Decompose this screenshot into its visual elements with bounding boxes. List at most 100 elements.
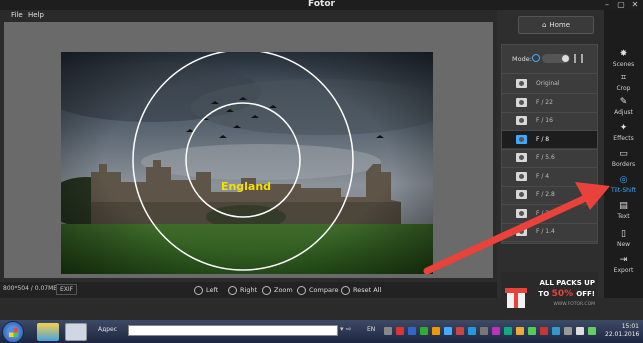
aperture-option[interactable]: F / 5.6 (502, 149, 597, 166)
tray-icon-16[interactable] (564, 327, 572, 335)
address-label: Адрес (98, 326, 118, 333)
mode-toggle[interactable] (542, 54, 570, 63)
aperture-option[interactable]: F / 2.8 (502, 186, 597, 203)
taskbar-app-torrent[interactable] (65, 323, 87, 341)
tool-scenes[interactable]: ✸ Scenes (604, 46, 643, 72)
promo-banner[interactable]: ALL PACKS UP TO 50% OFF! WWW.FOTOR.COM (501, 272, 598, 317)
window-title: Fotor (308, 0, 335, 9)
aperture-option[interactable]: F / 16 (502, 112, 597, 129)
image-size-info: 800*504 / 0.07MB (3, 285, 58, 292)
system-clock[interactable]: 15:01 22.01.2016 (605, 323, 639, 339)
aperture-option[interactable]: Original (502, 75, 597, 92)
tray-icon-14[interactable] (540, 327, 548, 335)
tray-icon-11[interactable] (504, 327, 512, 335)
tray-icon-9[interactable] (480, 327, 488, 335)
camera-icon (516, 227, 527, 236)
photo-label: England (221, 180, 271, 193)
tray-icon-7[interactable] (456, 327, 464, 335)
tray-icon-15[interactable] (552, 327, 560, 335)
tray-icon-2[interactable] (396, 327, 404, 335)
tray-icon-8[interactable] (468, 327, 476, 335)
aperture-option-label: F / 16 (536, 117, 553, 124)
aperture-options: Mode: Original F / 22 F / 16 F / 8 F / 5.6 F … (501, 44, 598, 244)
tool-text[interactable]: ▤ Text (604, 198, 643, 224)
tool-new[interactable]: ▯ New (604, 226, 643, 252)
tool-label: Borders (611, 161, 636, 168)
start-button[interactable] (2, 321, 24, 343)
reset-icon (341, 285, 350, 295)
linear-mode-icon[interactable] (574, 54, 583, 63)
aperture-option-label: F / 2 (536, 209, 550, 217)
tray-icon-1[interactable] (384, 327, 392, 335)
minimize-button[interactable]: – (601, 0, 613, 9)
adjust-icon: ✎ (619, 97, 628, 107)
tool-tilt-shift[interactable]: ◎ Tilt-Shift (604, 172, 643, 198)
tool-adjust[interactable]: ✎ Adjust (604, 94, 643, 120)
tray-icon-10[interactable] (492, 327, 500, 335)
tool-effects[interactable]: ✦ Effects (604, 120, 643, 146)
reset-all-button[interactable]: Reset All (341, 284, 381, 296)
aperture-option[interactable]: F / 2 (502, 205, 597, 222)
tool-borders[interactable]: ▭ Borders (604, 146, 643, 172)
zoom-button[interactable]: Zoom (262, 284, 293, 296)
image-info-bar: 800*504 / 0.07MB EXIF Left Right Zoom Co… (0, 282, 497, 298)
taskbar-app-paint[interactable] (37, 323, 59, 341)
menu-bar: File Help (0, 10, 497, 22)
menu-help[interactable]: Help (28, 11, 44, 19)
network-icon[interactable] (588, 327, 596, 335)
effects-icon: ✦ (619, 123, 628, 133)
aperture-option[interactable]: F / 22 (502, 94, 597, 111)
aperture-option[interactable]: F / 1.4 (502, 223, 597, 240)
rotate-right-icon (228, 285, 237, 295)
radial-mode-icon[interactable] (532, 54, 540, 62)
compare-button[interactable]: Compare (297, 284, 339, 296)
tool-label: Tilt-Shift (611, 187, 636, 194)
tool-crop[interactable]: ⌗ Crop (604, 70, 643, 96)
tool-label: Adjust (614, 109, 633, 116)
tray-icon-4[interactable] (420, 327, 428, 335)
volume-icon[interactable] (576, 327, 584, 335)
aperture-option-label: F / 4 (536, 172, 550, 180)
tilt-shift-icon: ◎ (619, 175, 628, 185)
promo-line1: ALL PACKS UP (539, 279, 595, 287)
tray-icon-13[interactable] (528, 327, 536, 335)
tool-label: Export (613, 267, 634, 274)
tray-icon-5[interactable] (432, 327, 440, 335)
tool-label: New (616, 241, 631, 248)
aperture-option[interactable]: F / 4 (502, 168, 597, 185)
tray-icon-3[interactable] (408, 327, 416, 335)
compare-icon (297, 285, 306, 295)
exif-button[interactable]: EXIF (56, 284, 78, 295)
aperture-option-label: Original (536, 80, 560, 87)
clock-date: 22.01.2016 (605, 331, 640, 338)
tool-label: Crop (616, 85, 631, 92)
rotate-left-button[interactable]: Left (194, 284, 218, 296)
aperture-option-label: F / 2.8 (536, 191, 555, 198)
aperture-option-label: F / 22 (536, 98, 553, 106)
editor-canvas: England (4, 22, 493, 278)
tray-icon-6[interactable] (444, 327, 452, 335)
language-indicator[interactable]: EN (367, 326, 375, 333)
home-button[interactable]: ⌂ Home (518, 16, 594, 34)
text-icon: ▤ (619, 201, 628, 211)
aperture-option-label: F / 8 (536, 135, 550, 143)
aperture-option[interactable]: F / 8 (502, 130, 597, 148)
rotate-left-icon (194, 285, 203, 295)
rotate-right-button[interactable]: Right (228, 284, 257, 296)
tool-export[interactable]: ⇥ Export (604, 252, 643, 278)
photo-preview[interactable]: England (61, 52, 433, 274)
tool-label: Effects (613, 135, 634, 142)
export-icon: ⇥ (619, 255, 628, 265)
new-icon: ▯ (621, 229, 626, 239)
menu-file[interactable]: File (11, 11, 23, 19)
camera-icon (516, 97, 527, 107)
tool-label: Text (617, 213, 630, 220)
address-go-icon[interactable]: ▾ ⇨ (340, 325, 352, 333)
home-icon: ⌂ (541, 21, 547, 29)
maximize-button[interactable]: ▢ (615, 0, 627, 9)
reset-all-label: Reset All (353, 286, 382, 294)
side-toolbar: ✸ Scenes ⌗ Crop ✎ Adjust ✦ Effects ▭ Borders ◎ Tilt… (604, 10, 643, 298)
tray-icon-12[interactable] (516, 327, 524, 335)
address-input[interactable] (128, 325, 338, 336)
close-button[interactable]: ✕ (629, 0, 641, 9)
